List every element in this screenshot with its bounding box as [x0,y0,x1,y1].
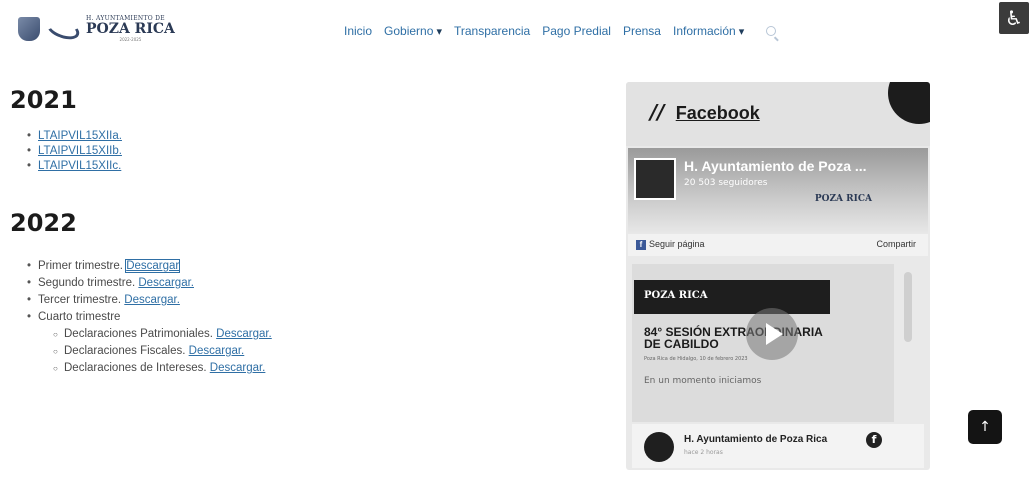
download-link[interactable]: Descargar. [189,345,245,357]
post-place: Poza Rica de Hidalgo, 10 de febrero 2023 [644,356,748,362]
post-banner-text: POZA RICA [644,290,708,301]
nav-transparencia[interactable]: Transparencia [454,24,530,38]
facebook-actions: Seguir página Compartir [628,234,928,256]
facebook-cover[interactable]: H. Ayuntamiento de Poza ... 20 503 segui… [628,148,928,234]
sublist-cuarto-trimestre: Declaraciones Patrimoniales. Descargar. … [50,328,272,374]
facebook-post-video[interactable]: POZA RICA 84° SESIÓN EXTRAORDINARIA DE C… [632,264,894,422]
list-2021: LTAIPVIL15XIIa. LTAIPVIL15XIIb. LTAIPVIL… [24,130,122,175]
swoosh-logo-icon [43,14,83,44]
download-link[interactable]: Descargar [125,259,181,273]
page-avatar[interactable] [634,158,676,200]
heading-2022: 2022 [10,209,77,237]
list-item: LTAIPVIL15XIIc. [24,160,122,172]
post-moment: En un momento iniciamos [644,376,762,386]
double-slash-icon: // [650,100,665,124]
nav-pago-predial[interactable]: Pago Predial [542,24,611,38]
list-item: LTAIPVIL15XIIa. [24,130,122,142]
list-2022: Primer trimestre. Descargar Segundo trim… [24,259,272,379]
scroll-to-top-button[interactable]: ↑ [968,410,1002,444]
list-item: LTAIPVIL15XIIb. [24,145,122,157]
nav-gobierno[interactable]: Gobierno [384,24,442,38]
main-nav: Inicio Gobierno Transparencia Pago Predi… [344,24,777,38]
search-icon[interactable] [766,26,777,36]
footer-time: hace 2 horas [684,449,723,456]
nav-prensa[interactable]: Prensa [623,24,661,38]
download-link[interactable]: Descargar. [124,294,180,306]
share-button[interactable]: Compartir [876,239,916,249]
facebook-widget-header: // Facebook [626,82,930,146]
list-item: Declaraciones de Intereses. Descargar. [50,362,272,374]
corner-decoration [888,82,930,124]
list-item: Declaraciones Patrimoniales. Descargar. [50,328,272,340]
item-label: Declaraciones Patrimoniales. [64,328,213,340]
link-ltaipvil15xiib[interactable]: LTAIPVIL15XIIb. [38,145,122,157]
facebook-widget: // Facebook H. Ayuntamiento de Poza ... … [626,82,930,470]
follow-page-button[interactable]: Seguir página [636,239,705,250]
list-item: Declaraciones Fiscales. Descargar. [50,345,272,357]
footer-avatar[interactable] [644,432,674,462]
item-label: Declaraciones de Intereses. [64,362,207,374]
list-item: Tercer trimestre. Descargar. [24,294,272,306]
accessibility-icon[interactable]: ♿ [999,2,1029,34]
widget-scrollbar[interactable] [904,272,912,342]
page-name[interactable]: H. Ayuntamiento de Poza ... [684,158,867,174]
heading-2021: 2021 [10,86,77,114]
site-logo[interactable]: H. AYUNTAMIENTO DE POZA RICA 2022-2025 [18,14,175,44]
list-item: Primer trimestre. Descargar [24,259,272,273]
link-ltaipvil15xiia[interactable]: LTAIPVIL15XIIa. [38,130,122,142]
nav-inicio[interactable]: Inicio [344,24,372,38]
facebook-title[interactable]: Facebook [676,103,760,123]
followers-count: 20 503 seguidores [684,178,768,188]
list-item: Cuarto trimestre Declaraciones Patrimoni… [24,311,272,374]
post-headline: 84° SESIÓN EXTRAORDINARIA DE CABILDO [644,325,823,351]
footer-page-name[interactable]: H. Ayuntamiento de Poza Rica [684,434,827,445]
download-link[interactable]: Descargar. [210,362,266,374]
nav-informacion[interactable]: Información [673,24,744,38]
item-label: Segundo trimestre. [38,277,136,289]
logo-title: POZA RICA [86,21,175,37]
play-icon[interactable] [746,308,798,360]
item-label: Cuarto trimestre [38,311,121,323]
download-link[interactable]: Descargar. [216,328,272,340]
facebook-icon[interactable]: f [866,432,882,448]
link-ltaipvil15xiic[interactable]: LTAIPVIL15XIIc. [38,160,121,172]
coat-of-arms-icon [18,17,40,41]
download-link[interactable]: Descargar. [138,277,194,289]
logo-years: 2022-2025 [119,37,142,42]
item-label: Primer trimestre. [38,260,123,272]
item-label: Tercer trimestre. [38,294,122,306]
facebook-post-footer: H. Ayuntamiento de Poza Rica hace 2 hora… [632,424,924,468]
cover-brand: POZA RICA [814,194,872,204]
item-label: Declaraciones Fiscales. [64,345,186,357]
list-item: Segundo trimestre. Descargar. [24,277,272,289]
post-banner: POZA RICA [634,280,830,314]
